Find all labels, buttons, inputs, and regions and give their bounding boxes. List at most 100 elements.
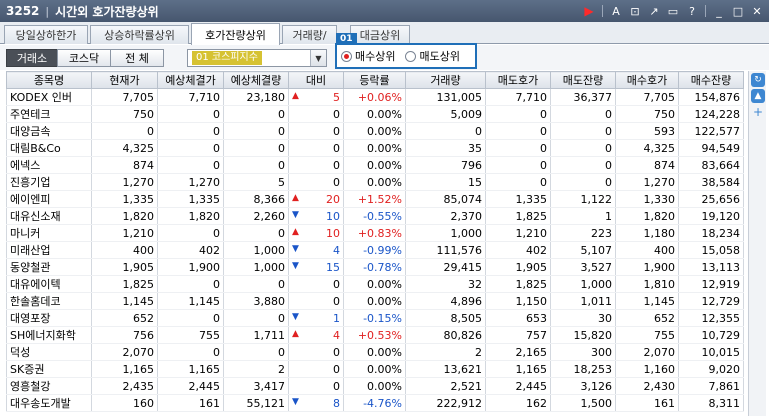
- table-row[interactable]: 미래산업 400 402 1,000 ▼ 4 -0.99% 111,576 402 5,107 40…: [6, 241, 744, 259]
- table-cell-ask: 0: [485, 122, 551, 140]
- table-row[interactable]: 한솔홈데코 1,145 1,145 3,880 0 0.00% 4,896 1,150 1,01…: [6, 292, 744, 310]
- table-cell-name: 대양금속: [6, 122, 92, 140]
- radio-dot[interactable]: [341, 50, 352, 62]
- table-cell-ask: 2,445: [485, 377, 551, 395]
- market-all-button[interactable]: 전 체: [110, 49, 164, 67]
- add-icon[interactable]: +: [751, 105, 765, 119]
- table-cell-ask-qty: 15,820: [550, 326, 616, 344]
- column-header[interactable]: 예상체결가: [157, 71, 224, 89]
- table-cell-rate: -0.55%: [343, 207, 406, 225]
- market-segment-group: 거래소 코스닥 전 체: [6, 49, 164, 67]
- column-header[interactable]: 대비: [288, 71, 344, 89]
- table-row[interactable]: 마니커 1,210 0 0 ▲ 10 +0.83% 1,000 1,210 223 1,180 18,…: [6, 224, 744, 242]
- column-header[interactable]: 현재가: [91, 71, 158, 89]
- table-row[interactable]: SK증권 1,165 1,165 2 0 0.00% 13,621 1,165 18,253 1,…: [6, 360, 744, 378]
- table-cell-volume: 5,009: [405, 105, 486, 123]
- column-header[interactable]: 매수잔량: [678, 71, 744, 89]
- diff-value: 8: [333, 396, 340, 410]
- table-cell-exp-price: 0: [157, 343, 224, 361]
- tab-rise-fall-rate[interactable]: 상승하락률상위: [90, 25, 189, 44]
- diff-value: 0: [333, 158, 340, 172]
- table-cell-bid: 1,820: [615, 207, 679, 225]
- table-cell-price: 160: [91, 394, 158, 412]
- table-row[interactable]: KODEX 인버 7,705 7,710 23,180 ▲ 5 +0.06% 131,005 7…: [6, 88, 744, 106]
- category-select[interactable]: 01 코스피지수 ▼: [187, 49, 327, 67]
- tab-volume[interactable]: 거래량/: [282, 25, 337, 44]
- table-cell-name: 대영포장: [6, 309, 92, 327]
- table-cell-exp-price: 1,335: [157, 190, 224, 208]
- diff-value: 0: [333, 277, 340, 291]
- play-icon[interactable]: ▶: [581, 3, 597, 19]
- diff-value: 5: [333, 90, 340, 104]
- table-row[interactable]: 동양철관 1,905 1,900 1,000 ▼ 15 -0.78% 29,415 1,905 3…: [6, 258, 744, 276]
- table-cell-volume: 131,005: [405, 88, 486, 106]
- window-number: 3252: [6, 4, 40, 18]
- table-cell-bid: 400: [615, 241, 679, 259]
- close-icon[interactable]: ✕: [749, 3, 765, 19]
- column-header[interactable]: 매도잔량: [550, 71, 616, 89]
- tab-order-balance[interactable]: 호가잔량상위: [191, 23, 280, 45]
- diff-value: 0: [333, 294, 340, 308]
- table-cell-diff: 0: [288, 360, 344, 378]
- table-cell-diff: ▲ 10: [288, 224, 344, 242]
- table-cell-ask-qty: 18,253: [550, 360, 616, 378]
- column-header[interactable]: 등락률: [343, 71, 406, 89]
- help-icon[interactable]: ?: [684, 3, 700, 19]
- table-row[interactable]: 대유에이텍 1,825 0 0 0 0.00% 32 1,825 1,000 1,810 12,91…: [6, 275, 744, 293]
- link-icon[interactable]: ↗: [646, 3, 662, 19]
- table-row[interactable]: 에이엔피 1,335 1,335 8,366 ▲ 20 +1.52% 85,074 1,335 1…: [6, 190, 744, 208]
- table-cell-exp-vol: 1,711: [223, 326, 289, 344]
- table-row[interactable]: 대유신소재 1,820 1,820 2,260 ▼ 10 -0.55% 2,370 1,825 1…: [6, 207, 744, 225]
- table-row[interactable]: 대영포장 652 0 0 ▼ 1 -0.15% 8,505 653 30 652 12,355: [6, 309, 744, 327]
- table-cell-bid: 2,430: [615, 377, 679, 395]
- refresh-icon[interactable]: ↻: [751, 73, 765, 87]
- tab-limit-up-down[interactable]: 당일상하한가: [4, 25, 88, 44]
- table-cell-exp-vol: 23,180: [223, 88, 289, 106]
- new-window-icon[interactable]: ⊡: [627, 3, 643, 19]
- table-cell-volume: 13,621: [405, 360, 486, 378]
- column-header[interactable]: 예상체결량: [223, 71, 289, 89]
- radio-buy-top[interactable]: 매수상위: [341, 48, 395, 64]
- table-row[interactable]: 에넥스 874 0 0 0 0.00% 796 0 0 874 83,664: [6, 156, 744, 174]
- column-header[interactable]: 종목명: [6, 71, 92, 89]
- title-separator: |: [45, 4, 50, 18]
- table-cell-exp-vol: 0: [223, 343, 289, 361]
- table-row[interactable]: 진흥기업 1,270 1,270 5 0 0.00% 15 0 0 1,270 38,584: [6, 173, 744, 191]
- column-header[interactable]: 매수호가: [615, 71, 679, 89]
- column-header[interactable]: 거래량: [405, 71, 486, 89]
- maximize-icon[interactable]: □: [730, 3, 746, 19]
- radio-dot[interactable]: [405, 50, 417, 62]
- table-row[interactable]: 대양금속 0 0 0 0 0.00% 0 0 0 593 122,577: [6, 122, 744, 140]
- column-header[interactable]: 매도호가: [485, 71, 551, 89]
- table-cell-exp-vol: 0: [223, 105, 289, 123]
- scroll-up-icon[interactable]: ▲: [751, 89, 765, 103]
- table-cell-exp-vol: 3,417: [223, 377, 289, 395]
- market-kospi-button[interactable]: 거래소: [6, 49, 58, 67]
- table-cell-ask: 1,905: [485, 258, 551, 276]
- table-row[interactable]: 대우송도개발 160 161 55,121 ▼ 8 -4.76% 222,912 162 1,50…: [6, 394, 744, 412]
- table-cell-exp-price: 0: [157, 156, 224, 174]
- table-cell-price: 1,905: [91, 258, 158, 276]
- table-cell-exp-vol: 2: [223, 360, 289, 378]
- table-cell-ask-qty: 1: [550, 207, 616, 225]
- table-cell-diff: 0: [288, 173, 344, 191]
- table-cell-ask: 0: [485, 156, 551, 174]
- table-cell-ask: 2,165: [485, 343, 551, 361]
- chevron-down-icon[interactable]: ▼: [310, 50, 326, 66]
- table-row[interactable]: 대림B&Co 4,325 0 0 0 0.00% 35 0 0 4,325 94,549: [6, 139, 744, 157]
- table-row[interactable]: SH에너지화학 756 755 1,711 ▲ 4 +0.53% 80,826 757 15,82…: [6, 326, 744, 344]
- table-row[interactable]: 덕성 2,070 0 0 0 0.00% 2 2,165 300 2,070 10,015: [6, 343, 744, 361]
- table-row[interactable]: 주연테크 750 0 0 0 0.00% 5,009 0 0 750 124,228: [6, 105, 744, 123]
- table-cell-diff: 0: [288, 275, 344, 293]
- table-cell-volume: 2,370: [405, 207, 486, 225]
- table-row[interactable]: 영흥철강 2,435 2,445 3,417 0 0.00% 2,521 2,445 3,126…: [6, 377, 744, 395]
- restore-icon[interactable]: ▭: [665, 3, 681, 19]
- table-cell-name: 주연테크: [6, 105, 92, 123]
- font-icon[interactable]: A: [608, 3, 624, 19]
- minimize-icon[interactable]: _: [711, 3, 727, 19]
- radio-sell-top[interactable]: 매도상위: [405, 48, 460, 64]
- tab-amount[interactable]: 대금상위: [350, 25, 410, 44]
- market-kosdaq-button[interactable]: 코스닥: [57, 49, 111, 67]
- arrow-down-icon: ▼: [292, 261, 299, 271]
- table-cell-price: 7,705: [91, 88, 158, 106]
